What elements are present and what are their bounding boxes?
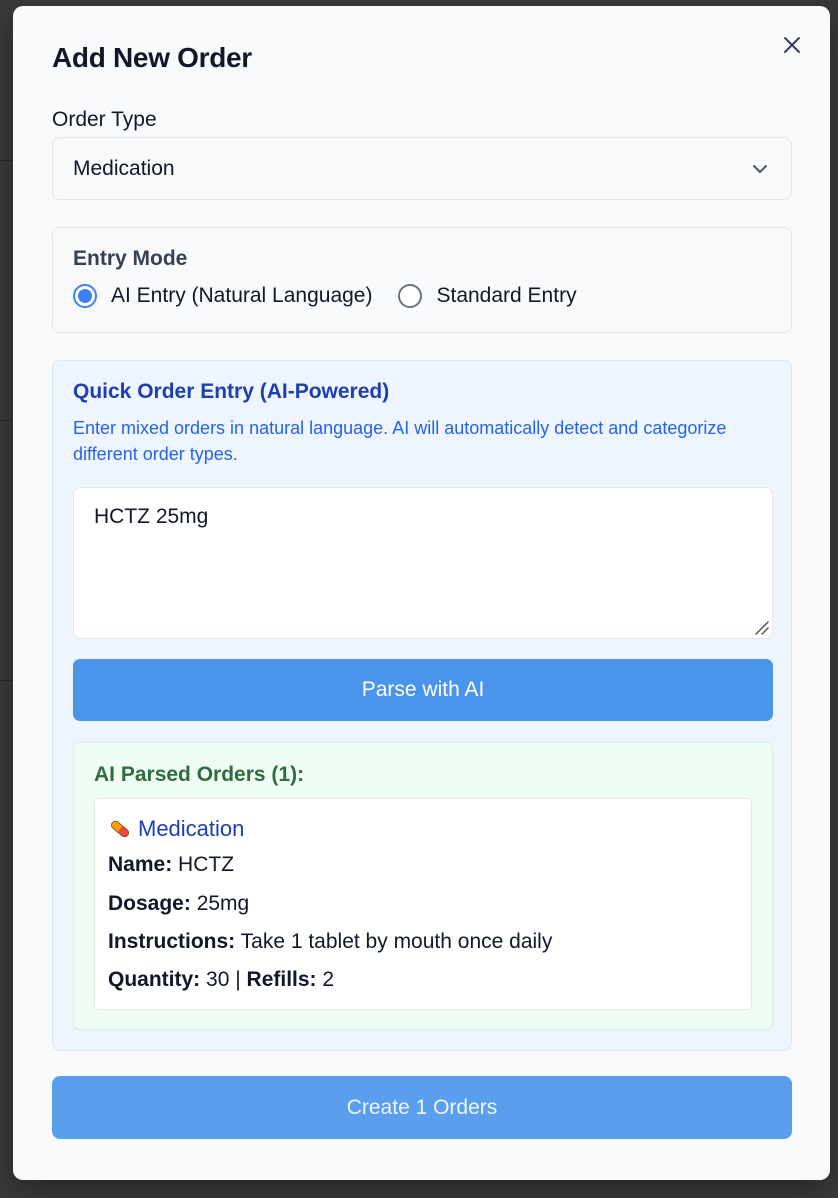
- parsed-order-instructions: Instructions: Take 1 tablet by mouth onc…: [108, 930, 552, 954]
- pill-icon: [111, 820, 129, 838]
- separator: |: [235, 968, 241, 991]
- order-type-select[interactable]: Medication: [52, 137, 792, 200]
- parsed-order-category: Medication: [108, 816, 244, 842]
- dosage-label: Dosage:: [108, 892, 191, 915]
- parsed-order-quantity-refills: Quantity: 30 | Refills: 2: [108, 968, 334, 992]
- refills-label: Refills:: [246, 968, 317, 991]
- resize-handle-icon[interactable]: [753, 619, 769, 635]
- close-button[interactable]: [779, 32, 805, 58]
- add-order-modal: Add New Order Order Type Medication Entr…: [13, 6, 830, 1180]
- instructions-value: Take 1 tablet by mouth once daily: [240, 930, 553, 953]
- order-text-input[interactable]: HCTZ 25mg: [73, 487, 773, 639]
- parsed-order-card: Medication Name: HCTZ Dosage: 25mg Instr…: [94, 798, 752, 1010]
- dosage-value: 25mg: [196, 892, 250, 915]
- name-label: Name:: [108, 853, 173, 876]
- radio-standard-entry-label: Standard Entry: [436, 284, 577, 307]
- background-divider: [0, 160, 14, 161]
- ai-panel-title: Quick Order Entry (AI-Powered): [73, 380, 390, 403]
- create-orders-button[interactable]: Create 1 Orders: [52, 1076, 792, 1139]
- radio-ai-entry-label: AI Entry (Natural Language): [111, 284, 373, 307]
- quantity-value: 30: [206, 968, 230, 991]
- ai-panel-description: Enter mixed orders in natural language. …: [73, 418, 727, 464]
- background-divider: [0, 420, 14, 421]
- order-type-selected: Medication: [73, 156, 175, 180]
- refills-value: 2: [322, 968, 335, 991]
- parsed-order-dosage: Dosage: 25mg: [108, 892, 249, 916]
- ai-entry-panel: Quick Order Entry (AI-Powered) Enter mix…: [52, 360, 792, 1051]
- name-value: HCTZ: [178, 853, 235, 876]
- order-type-label: Order Type: [52, 108, 157, 131]
- close-icon: [784, 37, 800, 53]
- radio-ai-entry-control[interactable]: [73, 284, 97, 308]
- radio-ai-entry[interactable]: AI Entry (Natural Language): [73, 284, 372, 308]
- modal-title: Add New Order: [52, 42, 252, 73]
- background-divider: [0, 680, 14, 681]
- parsed-order-name: Name: HCTZ: [108, 853, 234, 877]
- chevron-down-icon: [753, 165, 767, 173]
- parse-with-ai-button[interactable]: Parse with AI: [73, 659, 773, 721]
- parsed-orders-title: AI Parsed Orders (1):: [94, 763, 305, 786]
- parsed-order-category-label: Medication: [138, 816, 245, 841]
- quantity-label: Quantity:: [108, 968, 201, 991]
- radio-standard-entry[interactable]: Standard Entry: [398, 284, 577, 308]
- entry-mode-section: Entry Mode AI Entry (Natural Language) S…: [52, 227, 792, 333]
- entry-mode-title: Entry Mode: [73, 247, 188, 270]
- entry-mode-options: AI Entry (Natural Language) Standard Ent…: [73, 284, 603, 308]
- instructions-label: Instructions:: [108, 930, 236, 953]
- radio-standard-entry-control[interactable]: [398, 284, 423, 308]
- parsed-orders-section: AI Parsed Orders (1): Medication Name: H…: [73, 742, 773, 1030]
